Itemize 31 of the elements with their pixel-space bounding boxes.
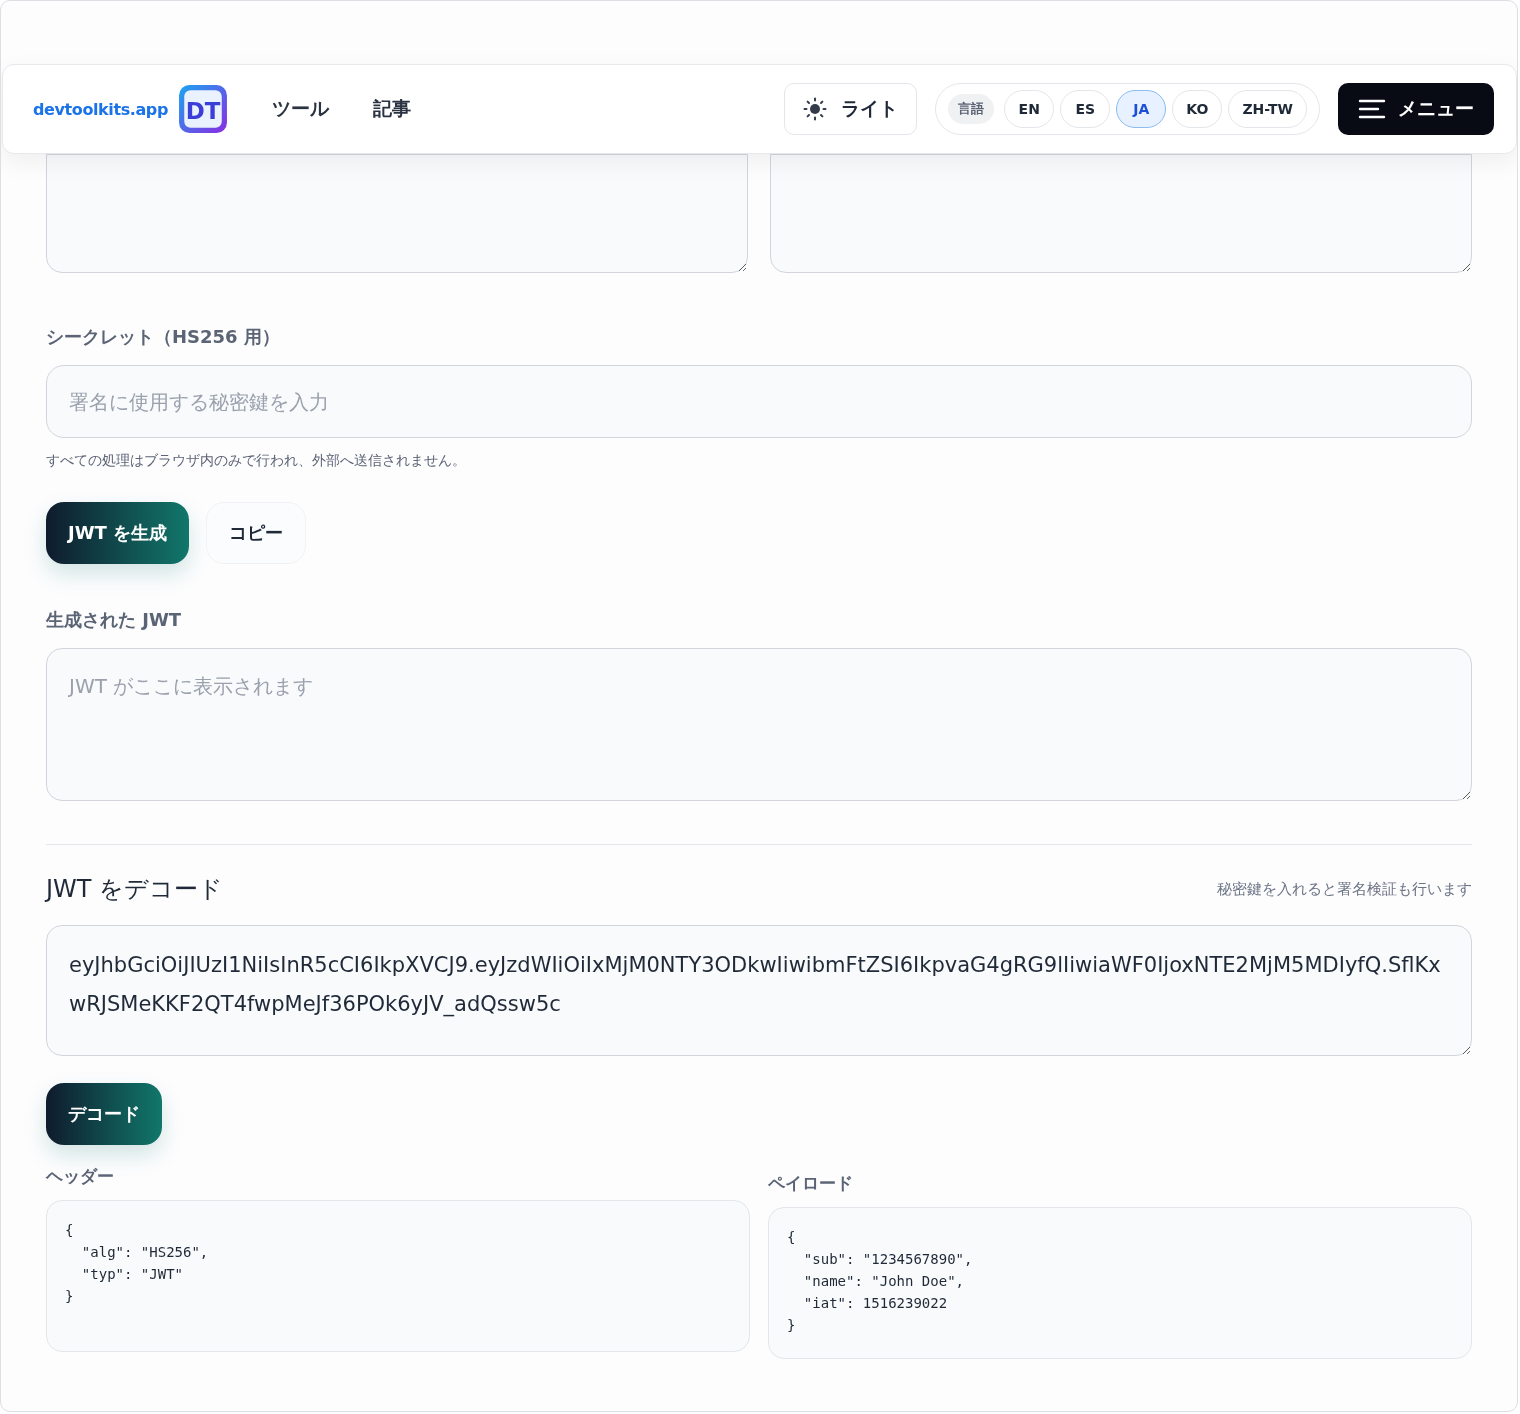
- field-label: シークレット（HS256 用）: [46, 325, 281, 349]
- copy-button[interactable]: コピー: [206, 502, 307, 564]
- nav-link[interactable]: ツール: [271, 96, 329, 122]
- generate-button[interactable]: JWT を生成: [46, 502, 190, 564]
- text-area[interactable]: [770, 154, 1472, 273]
- language-label: 言語: [948, 94, 995, 124]
- menu-icon: [1358, 99, 1386, 119]
- secret-input-field[interactable]: 署名に使用する秘密鍵を入力: [46, 365, 1472, 438]
- json-output: { "sub": "1234567890", "name": "John Doe", "iat": 1516239022 }: [768, 1207, 1472, 1359]
- section-title: JWT をデコード: [46, 874, 224, 905]
- theme-toggle-button[interactable]: ライト: [784, 83, 918, 135]
- nav-link[interactable]: 記事: [372, 96, 411, 122]
- language-option[interactable]: EN: [1004, 90, 1055, 128]
- jwt-output-field[interactable]: JWT がここに表示されます: [46, 648, 1472, 801]
- decode-button[interactable]: デコード: [46, 1083, 162, 1145]
- language-option[interactable]: ES: [1060, 90, 1111, 128]
- json-output: { "alg": "HS256", "typ": "JWT" }: [46, 1200, 750, 1352]
- language-option[interactable]: JA: [1116, 90, 1167, 128]
- brand-link[interactable]: devtoolkits.app: [33, 99, 168, 119]
- language-option[interactable]: KO: [1172, 90, 1223, 128]
- language-option[interactable]: ZH-TW: [1228, 90, 1307, 128]
- sun-icon: [803, 97, 828, 121]
- app-logo[interactable]: DT: [177, 84, 228, 134]
- result-label: ヘッダー: [46, 1165, 115, 1188]
- jwt-input-field[interactable]: eyJhbGciOiJIUzI1NiIsInR5cCI6IkpXVCJ9.eyJzdWIiOiIxMjM0NTY3ODkwIiwibmFtZSI6IkpvaG4gRG9lIiwiaWF0IjoxNTE2MjM5MDIyfQ.SflKxwRJSMeKKF2QT4fwpMeJf36POk6yJV_adQssw5c: [46, 925, 1472, 1056]
- result-label: ペイロード: [768, 1172, 854, 1195]
- privacy-note: すべての処理はブラウザ内のみで行われ、外部へ送信されません。: [46, 452, 467, 470]
- field-label: 生成された JWT: [46, 608, 183, 632]
- hint-text: 秘密鍵を入れると署名検証も行います: [1217, 879, 1472, 899]
- text-area[interactable]: [46, 154, 748, 273]
- menu-button[interactable]: メニュー: [1338, 83, 1494, 135]
